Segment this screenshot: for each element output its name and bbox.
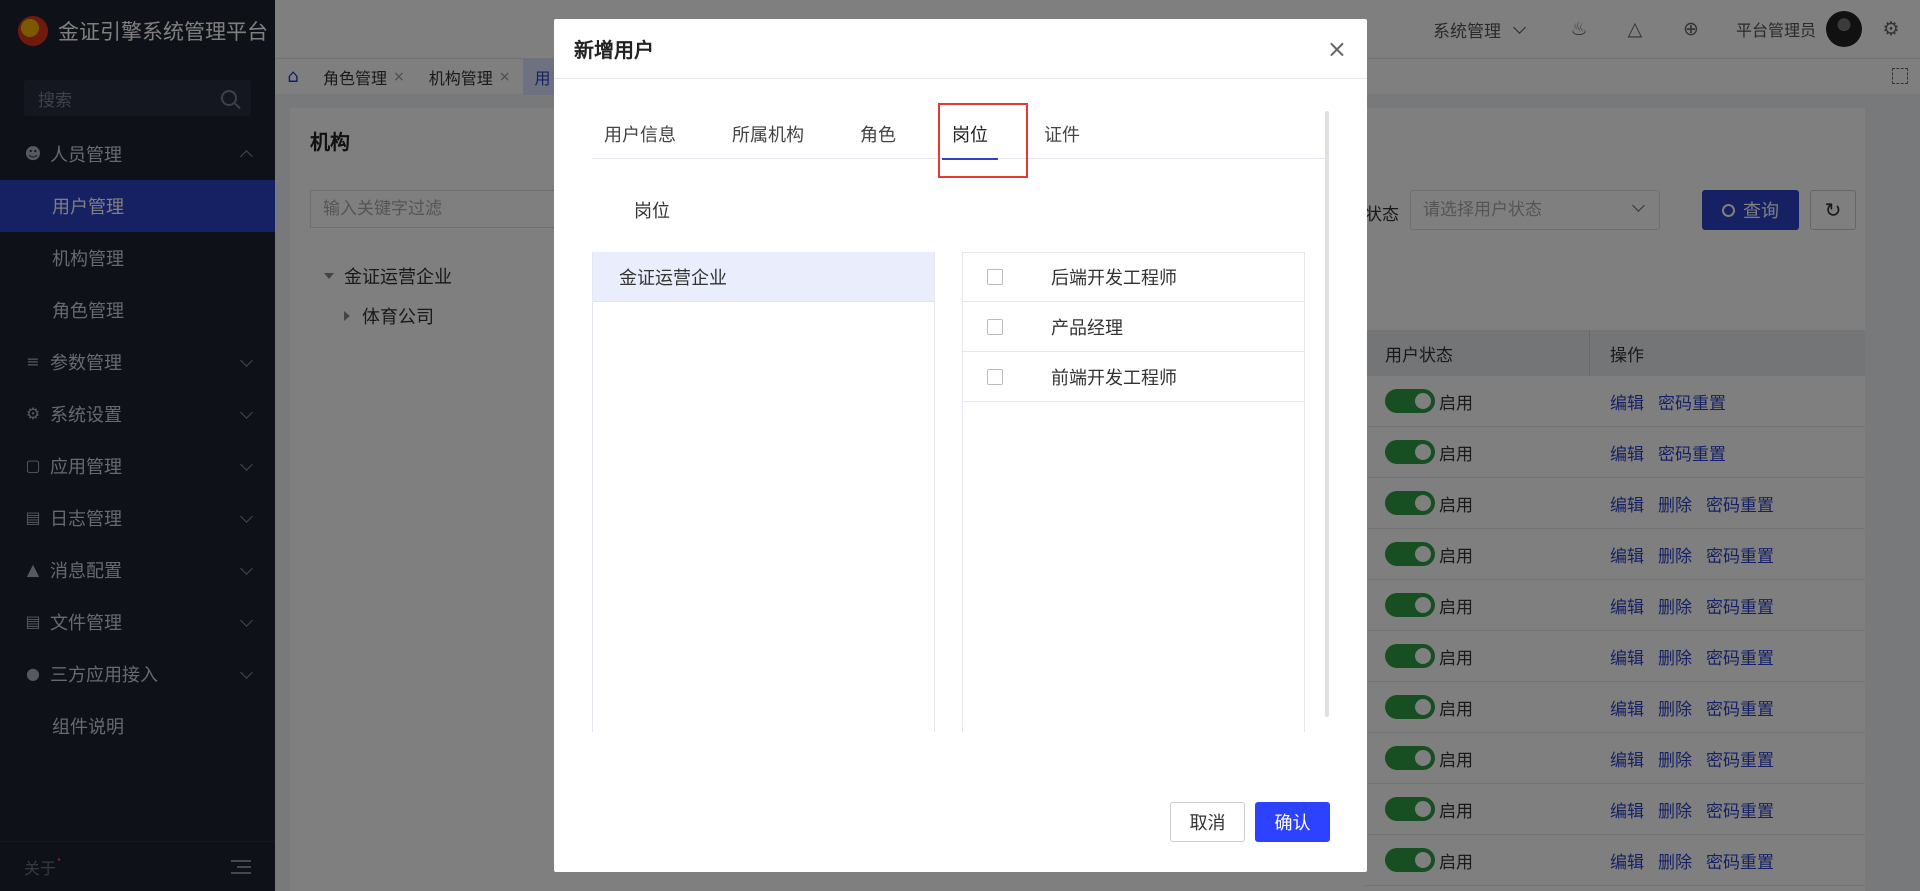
highlight-box <box>938 103 1028 178</box>
list-item[interactable]: 后端开发工程师 <box>963 252 1304 302</box>
list-item[interactable]: 产品经理 <box>963 302 1304 352</box>
position-checkbox[interactable] <box>987 269 1003 285</box>
add-user-dialog: 新增用户 × 用户信息 所属机构 角色 岗位 证件 岗位 金证运营企业 后端开发… <box>554 19 1367 872</box>
tab-affiliated-org[interactable]: 所属机构 <box>720 109 816 159</box>
org-list: 金证运营企业 <box>592 252 935 732</box>
list-item[interactable]: 金证运营企业 <box>593 252 934 302</box>
dialog-title: 新增用户 <box>574 38 654 62</box>
tab-certificate[interactable]: 证件 <box>1032 109 1092 159</box>
dialog-scrollbar[interactable] <box>1325 111 1329 717</box>
tab-role[interactable]: 角色 <box>848 109 908 159</box>
confirm-button[interactable]: 确认 <box>1255 802 1330 842</box>
dialog-header: 新增用户 × <box>554 19 1367 79</box>
position-label: 产品经理 <box>1051 317 1123 339</box>
cancel-button[interactable]: 取消 <box>1170 802 1245 842</box>
position-checkbox[interactable] <box>987 318 1003 335</box>
tab-user-info[interactable]: 用户信息 <box>592 109 688 159</box>
position-section-label: 岗位 <box>634 201 670 222</box>
list-item[interactable]: 前端开发工程师 <box>963 352 1304 402</box>
position-checkbox[interactable] <box>987 368 1003 385</box>
position-label: 前端开发工程师 <box>1051 367 1177 389</box>
position-list: 后端开发工程师 产品经理 前端开发工程师 <box>962 252 1305 732</box>
close-icon[interactable]: × <box>1327 37 1347 61</box>
position-label: 后端开发工程师 <box>1051 268 1177 289</box>
